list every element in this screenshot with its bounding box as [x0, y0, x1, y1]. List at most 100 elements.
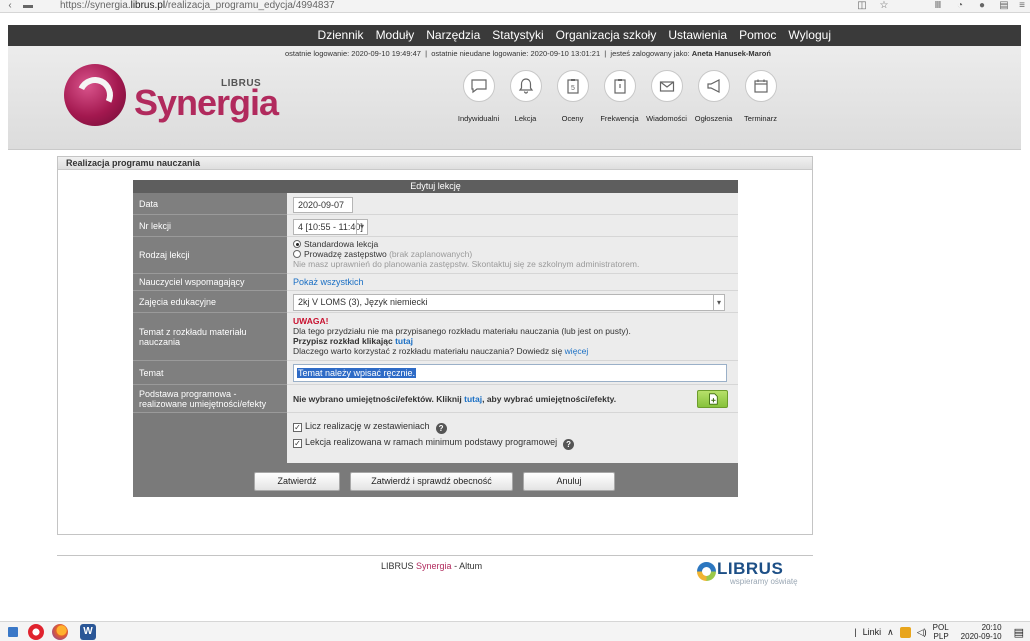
module-label: Wiadomości [646, 114, 687, 123]
menu-pomoc[interactable]: Pomoc [733, 25, 782, 46]
assign-schedule-link[interactable]: tutaj [395, 336, 413, 346]
url-prefix: https://synergia. [60, 0, 131, 11]
word-icon[interactable]: W [80, 624, 96, 640]
row-date: Data 2020-09-07 [133, 193, 738, 215]
curriculum-text-end: , aby wybrać umiejętności/efekty. [482, 394, 617, 404]
date-input[interactable]: 2020-09-07 [293, 197, 353, 213]
radio-substitution[interactable]: Prowadzę zastępstwo (brak zaplanowanych) [293, 249, 738, 259]
firefox-icon[interactable] [52, 624, 68, 640]
module-label: Oceny [561, 114, 584, 123]
librus-footer-logo[interactable]: LIBRUS wspieramy oświatę [697, 559, 817, 586]
help-icon[interactable]: ? [563, 439, 575, 450]
tray-app-icon[interactable] [899, 626, 911, 638]
chevron-up-icon[interactable]: ∧ [887, 627, 894, 638]
schedule-topic-label: Temat z rozkładu materiału nauczania [133, 313, 287, 361]
menu-moduly[interactable]: Moduły [370, 25, 421, 46]
menu-statystyki[interactable]: Statystyki [486, 25, 549, 46]
assistant-teacher-cell: Pokaż wszystkich [287, 274, 738, 291]
speaker-icon[interactable]: ◁) [917, 627, 927, 638]
checkbox-checked-icon[interactable]: ✓ [293, 423, 302, 432]
last-login-text: ostatnie logowanie: 2020-09-10 19:49:47 [285, 49, 421, 58]
logged-as-label: jesteś zalogowany jako: [610, 49, 690, 58]
minimum-curriculum-row[interactable]: ✓ Lekcja realizowana w ramach minimum pod… [293, 434, 738, 450]
librus-ring-icon [697, 562, 716, 581]
chevron-down-icon: ▾ [356, 220, 367, 234]
assistant-teacher-label: Nauczyciel wspomagający [133, 274, 287, 291]
menu-ustawienia[interactable]: Ustawienia [662, 25, 733, 46]
bookmark-star-icon[interactable]: ☆ [878, 1, 890, 11]
menu-wyloguj[interactable]: Wyloguj [782, 25, 837, 46]
module-frekwencja[interactable]: Frekwencja [597, 70, 642, 123]
attendance-clipboard-icon [603, 70, 636, 102]
radio-checked-icon[interactable] [293, 240, 301, 248]
tray-separator: | [854, 627, 857, 637]
row-class-subject: Zajęcia edukacyjne 2kj V LOMS (3), Język… [133, 291, 738, 313]
account-icon[interactable]: ● [976, 1, 988, 11]
menu-organizacja-szkoly[interactable]: Organizacja szkoły [550, 25, 663, 46]
select-skills-link[interactable]: tutaj [464, 394, 482, 404]
url-text[interactable]: https://synergia.librus.pl/realizacja_pr… [60, 0, 680, 13]
clock-date: 2020-09-10 [960, 632, 1002, 641]
module-label: Ogłoszenia [694, 114, 733, 123]
lesson-number-select[interactable]: 4 [10:55 - 11:40] ▾ [293, 219, 368, 235]
top-menu: Dziennik Moduły Narzędzia Statystyki Org… [312, 25, 837, 46]
topic-input[interactable]: Temat należy wpisać ręcznie. [293, 364, 727, 382]
radio-standard-lesson[interactable]: Standardowa lekcja [293, 239, 738, 249]
reader-icon[interactable]: ◫ [856, 1, 868, 11]
start-menu-icon[interactable] [8, 627, 18, 637]
menu-dziennik[interactable]: Dziennik [312, 25, 370, 46]
separator: | [425, 49, 428, 58]
os-taskbar: W | Linki ∧ ◁) POL PLP 20:10 2020-09-10 ▤ [0, 621, 1030, 641]
system-tray: | Linki ∧ ◁) POL PLP 20:10 2020-09-10 ▤ [854, 622, 1030, 641]
module-lekcja[interactable]: Lekcja [503, 70, 548, 123]
warning-line-2: Przypisz rozkład klikając tutaj [293, 336, 738, 346]
warning-line-2-text: Przypisz rozkład klikając [293, 336, 393, 346]
menu-icon[interactable]: ≡ [1016, 1, 1028, 11]
footer-altum: - Altum [454, 561, 483, 571]
lesson-number-label: Nr lekcji [133, 215, 287, 237]
menu-narzedzia[interactable]: Narzędzia [420, 25, 486, 46]
cancel-button[interactable]: Anuluj [523, 472, 615, 491]
add-skills-button[interactable] [697, 390, 728, 408]
browser-address-bar[interactable]: ‹ ▬ https://synergia.librus.pl/realizacj… [0, 0, 1030, 13]
topic-label: Temat [133, 361, 287, 385]
lesson-type-label: Rodzaj lekcji [133, 237, 287, 274]
library-icon[interactable]: Ⅲ [932, 1, 944, 11]
help-icon[interactable]: ? [435, 423, 447, 434]
module-terminarz[interactable]: Terminarz [738, 70, 783, 123]
submit-and-check-attendance-button[interactable]: Zatwierdź i sprawdź obecność [350, 472, 513, 491]
add-document-icon [708, 393, 718, 405]
warning-line-3: Dlaczego warto korzystać z rozkładu mate… [293, 346, 738, 356]
clock[interactable]: 20:10 2020-09-10 [961, 623, 1008, 641]
module-oceny[interactable]: 5 Oceny [550, 70, 595, 123]
links-toolbar[interactable]: Linki [863, 627, 882, 637]
substitution-permission-notice: Nie masz uprawnień do planowania zastęps… [293, 259, 640, 269]
url-host: librus.pl [130, 0, 166, 11]
submit-button[interactable]: Zatwierdź [254, 472, 340, 491]
class-subject-select[interactable]: 2kj V LOMS (3), Język niemiecki ▾ [293, 294, 725, 311]
count-in-reports-row[interactable]: ✓ Licz realizację w zestawieniach? [293, 418, 738, 434]
clock-time: 20:10 [981, 623, 1002, 632]
sync-icon[interactable]: ◔ [954, 1, 966, 11]
calendar-icon [744, 70, 777, 102]
synergia-logo[interactable]: LIBRUS Synergia [64, 62, 279, 132]
row-checkboxes: ✓ Licz realizację w zestawieniach? ✓ Lekcj… [133, 413, 738, 463]
language-indicator[interactable]: POL PLP [933, 623, 955, 641]
notifications-icon[interactable]: ▤ [1014, 626, 1024, 639]
module-ogloszenia[interactable]: Ogłoszenia [691, 70, 736, 123]
opera-icon[interactable] [28, 624, 44, 640]
checkbox-checked-icon[interactable]: ✓ [293, 439, 302, 448]
librus-tagline: wspieramy oświatę [730, 577, 798, 586]
date-label: Data [133, 193, 287, 215]
back-arrow-icon[interactable]: ‹ [4, 1, 16, 11]
extension-icon[interactable]: ▤ [998, 1, 1010, 11]
footer-text: LIBRUS Synergia - Altum [381, 561, 482, 571]
learn-more-link[interactable]: więcej [565, 346, 589, 356]
show-all-link[interactable]: Pokaż wszystkich [293, 277, 364, 287]
module-wiadomosci[interactable]: Wiadomości [644, 70, 689, 123]
lesson-number-cell: 4 [10:55 - 11:40] ▾ [287, 215, 738, 237]
radio-unchecked-icon[interactable] [293, 250, 301, 258]
module-indywidualni[interactable]: Indywidualni [456, 70, 501, 123]
class-subject-value: 2kj V LOMS (3), Język niemiecki [298, 297, 428, 307]
top-navigation-bar: Dziennik Moduły Narzędzia Statystyki Org… [8, 25, 1021, 46]
